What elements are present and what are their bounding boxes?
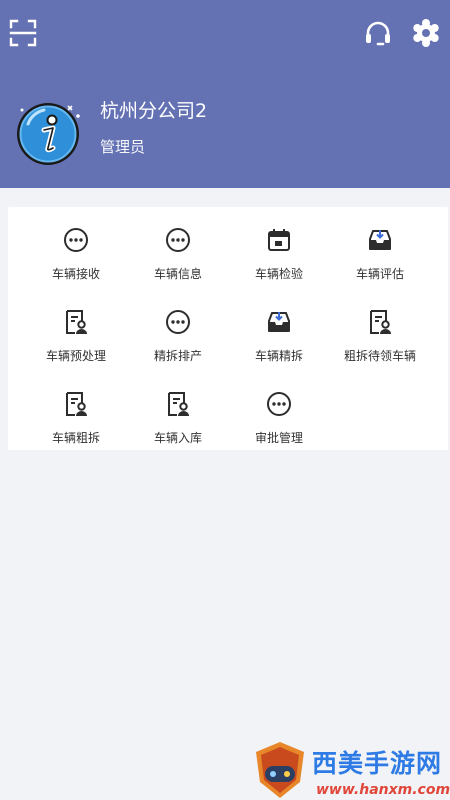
menu-item[interactable]: 审批管理 bbox=[228, 379, 330, 449]
function-menu-panel: 车辆接收 车辆信息 车辆检验 车辆评估车辆预处理 精拆排产 车辆精拆 粗拆待领车辆车辆粗拆 车… bbox=[8, 207, 448, 450]
document-user-icon bbox=[63, 309, 89, 335]
inbox-download-icon bbox=[266, 309, 292, 335]
more-circle-icon bbox=[266, 391, 292, 417]
company-name: 杭州分公司2 bbox=[100, 100, 208, 122]
menu-item[interactable]: 车辆评估 bbox=[329, 215, 431, 285]
menu-item[interactable]: 车辆检验 bbox=[228, 215, 330, 285]
menu-item[interactable]: 精拆排产 bbox=[127, 297, 229, 367]
headset-icon[interactable] bbox=[363, 18, 393, 48]
menu-item-label: 车辆信息 bbox=[153, 267, 202, 281]
menu-item[interactable]: 车辆粗拆 bbox=[25, 379, 127, 449]
watermark-shield-icon bbox=[256, 742, 304, 798]
document-user-icon bbox=[63, 391, 89, 417]
menu-item[interactable]: 粗拆待领车辆 bbox=[329, 297, 431, 367]
more-circle-icon bbox=[165, 227, 191, 253]
menu-item[interactable]: 车辆精拆 bbox=[228, 297, 330, 367]
menu-item-label: 审批管理 bbox=[254, 431, 303, 445]
watermark: 西美手游网 www.hanxm.com bbox=[250, 740, 450, 800]
menu-item-label: 车辆评估 bbox=[355, 267, 404, 281]
more-circle-icon bbox=[165, 309, 191, 335]
user-role: 管理员 bbox=[100, 138, 146, 156]
menu-item-label: 车辆精拆 bbox=[254, 349, 303, 363]
document-user-icon bbox=[367, 309, 393, 335]
profile-header: 杭州分公司2 管理员 bbox=[0, 0, 450, 188]
more-circle-icon bbox=[63, 227, 89, 253]
menu-item[interactable]: 车辆预处理 bbox=[25, 297, 127, 367]
inbox-download-icon bbox=[367, 227, 393, 253]
scan-icon[interactable] bbox=[8, 18, 38, 48]
settings-gear-icon[interactable] bbox=[411, 18, 441, 48]
menu-item-label: 粗拆待领车辆 bbox=[343, 349, 416, 363]
menu-item[interactable]: 车辆接收 bbox=[25, 215, 127, 285]
document-user-icon bbox=[165, 391, 191, 417]
avatar-info-icon bbox=[14, 96, 88, 168]
menu-item-label: 车辆入库 bbox=[153, 431, 202, 445]
watermark-url: www.hanxm.com bbox=[316, 782, 450, 798]
watermark-title: 西美手游网 bbox=[312, 749, 443, 778]
menu-item-label: 精拆排产 bbox=[153, 349, 202, 363]
menu-item-label: 车辆粗拆 bbox=[51, 431, 100, 445]
menu-item[interactable]: 车辆信息 bbox=[127, 215, 229, 285]
menu-item[interactable]: 车辆入库 bbox=[127, 379, 229, 449]
menu-item-label: 车辆预处理 bbox=[45, 349, 106, 363]
calendar-icon bbox=[266, 227, 292, 253]
menu-item-label: 车辆接收 bbox=[51, 267, 100, 281]
menu-item-label: 车辆检验 bbox=[254, 267, 303, 281]
